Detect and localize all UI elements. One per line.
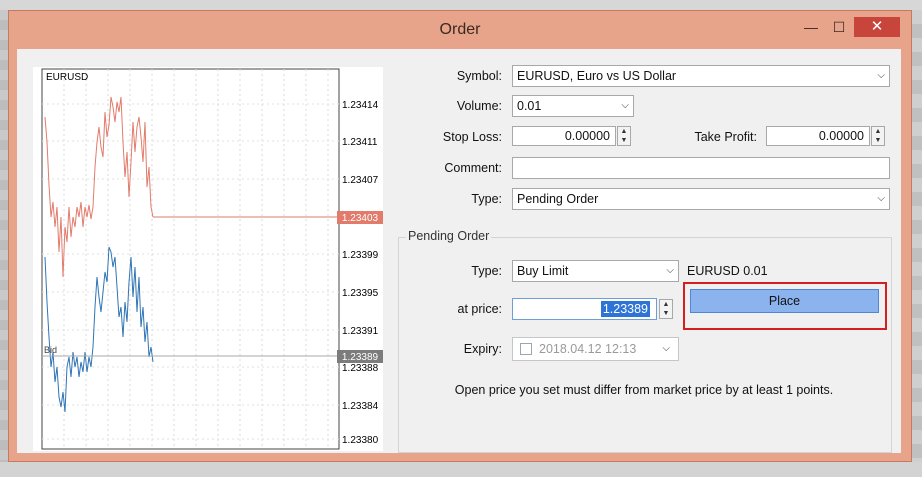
price-tick-label: 1.23407: [342, 175, 379, 186]
background-terminal-toolbar: [0, 0, 922, 10]
price-tick-label: 1.23391: [342, 326, 379, 337]
tick-chart: EURUSD Bid 1.234141.234111.234071.233991…: [41, 68, 383, 450]
stoploss-label: Stop Loss:: [442, 130, 502, 144]
chart-plot-frame: [41, 68, 340, 450]
background-chart-strip-left: [0, 10, 8, 477]
ask-price-badge-text: 1.23403: [342, 213, 379, 224]
spin-up-icon[interactable]: ▲: [872, 127, 884, 136]
spin-down-icon[interactable]: ▼: [872, 136, 884, 145]
background-terminal-bottom: [0, 462, 922, 477]
pending-type-label: Type:: [471, 264, 502, 278]
spin-down-icon[interactable]: ▼: [618, 136, 630, 145]
comment-input[interactable]: [512, 157, 890, 179]
expiry-picker[interactable]: 2018.04.12 12:13 ⌵: [512, 337, 679, 361]
tick-chart-panel: EURUSD Bid 1.23414 1.23411 1.23407 1.23399 1…: [33, 67, 383, 451]
pending-type-select[interactable]: Buy Limit ⌵: [512, 260, 679, 282]
symbol-label: Symbol:: [456, 69, 502, 83]
takeprofit-label: Take Profit:: [694, 130, 757, 144]
price-tick-label: 1.23380: [342, 435, 379, 446]
chart-symbol-label: EURUSD: [46, 72, 88, 83]
expiry-value: 2018.04.12 12:13: [539, 342, 637, 356]
chevron-down-icon: ⌵: [877, 193, 885, 204]
pending-type-select-value: Buy Limit: [517, 264, 569, 278]
symbol-select-value: EURUSD, Euro vs US Dollar: [517, 69, 677, 83]
expiry-checkbox[interactable]: [520, 343, 532, 355]
spin-up-icon[interactable]: ▲: [660, 300, 672, 309]
close-button[interactable]: ✕: [854, 17, 900, 37]
dialog-titlebar[interactable]: Order — ☐ ✕: [9, 11, 911, 49]
stoploss-spinner[interactable]: ▲ ▼: [617, 126, 631, 146]
takeprofit-input[interactable]: 0.00000: [766, 126, 870, 146]
type-label: Type:: [471, 192, 502, 206]
minimize-button[interactable]: —: [798, 17, 824, 37]
price-tick-label: 1.23414: [342, 100, 379, 111]
at-price-input[interactable]: 1.23389: [512, 298, 657, 320]
volume-select[interactable]: 0.01 ⌵: [512, 95, 634, 117]
chevron-down-icon: ⌵: [877, 70, 885, 81]
bid-price-badge-text: 1.23389: [342, 352, 379, 363]
chevron-down-icon: ⌵: [666, 265, 674, 276]
price-tick-label: 1.23384: [342, 401, 379, 412]
spin-up-icon[interactable]: ▲: [618, 127, 630, 136]
price-tick-label: 1.23395: [342, 288, 379, 299]
order-dialog: Order — ☐ ✕ EURUSD Bid 1.23414 1.23411 1.2…: [8, 10, 912, 462]
chevron-down-icon[interactable]: ⌵: [662, 338, 670, 360]
at-price-selected-text: 1.23389: [600, 301, 650, 317]
pending-summary: EURUSD 0.01: [687, 264, 768, 278]
comment-label: Comment:: [444, 161, 502, 175]
chevron-down-icon: ⌵: [621, 100, 629, 111]
maximize-button[interactable]: ☐: [826, 17, 852, 37]
bid-line-label: Bid: [44, 345, 57, 355]
stoploss-input[interactable]: 0.00000: [512, 126, 616, 146]
symbol-select[interactable]: EURUSD, Euro vs US Dollar ⌵: [512, 65, 890, 87]
price-tick-label: 1.23399: [342, 250, 379, 261]
takeprofit-spinner[interactable]: ▲ ▼: [871, 126, 885, 146]
volume-select-value: 0.01: [517, 99, 542, 113]
volume-label: Volume:: [456, 99, 502, 113]
price-notice: Open price you set must differ from mark…: [454, 383, 834, 397]
expiry-label: Expiry:: [463, 342, 502, 356]
pending-order-group-title: Pending Order: [406, 229, 492, 243]
dialog-client-area: EURUSD Bid 1.23414 1.23411 1.23407 1.23399 1…: [17, 49, 901, 453]
at-price-spinner[interactable]: ▲ ▼: [659, 299, 673, 319]
order-type-select[interactable]: Pending Order ⌵: [512, 188, 890, 210]
at-price-label: at price:: [457, 302, 502, 316]
price-tick-label: 1.23411: [342, 137, 378, 148]
spin-down-icon[interactable]: ▼: [660, 309, 672, 318]
order-type-select-value: Pending Order: [517, 192, 599, 206]
dialog-title: Order: [439, 21, 481, 38]
place-button[interactable]: Place: [690, 289, 879, 313]
price-axis: 1.23414 1.23411 1.23407 1.23399 1.23395 1.233…: [342, 100, 379, 446]
price-tick-label: 1.23388: [342, 363, 379, 374]
